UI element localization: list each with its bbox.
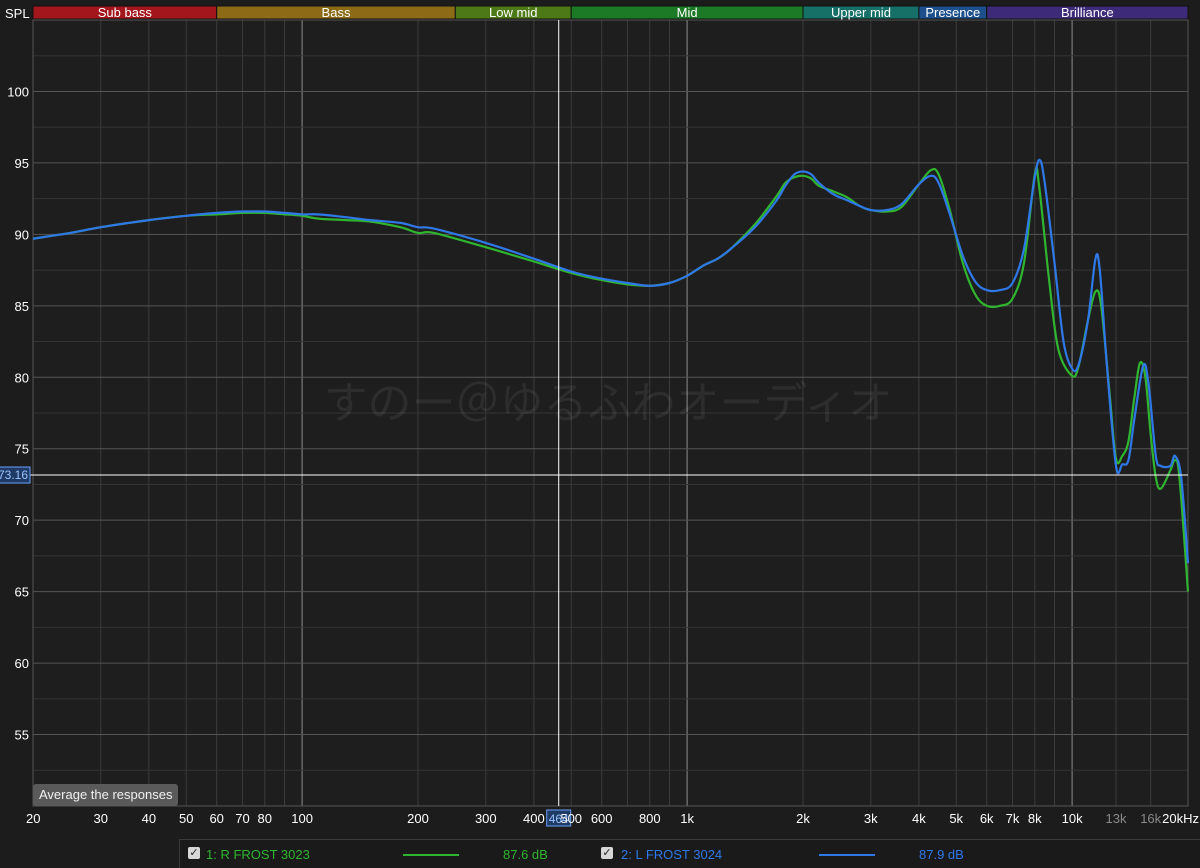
x-tick-label: 7k: [1006, 811, 1020, 826]
x-tick-label: 500: [560, 811, 582, 826]
frequency-response-chart[interactable]: Sub bass Bass Low mid Mid Upper mid Presence B…: [0, 0, 1200, 840]
band-label: Low mid: [489, 5, 537, 20]
legend-series-name: 2: L FROST 3024: [621, 847, 723, 862]
y-tick-label: 75: [15, 442, 29, 457]
x-tick-label: 16k: [1140, 811, 1161, 826]
band-label: Upper mid: [831, 5, 891, 20]
x-tick-label: 800: [639, 811, 661, 826]
y-tick-label: 55: [15, 728, 29, 743]
y-tick-label: 80: [15, 370, 29, 385]
x-tick-label: 2k: [796, 811, 810, 826]
x-tick-label: 40: [142, 811, 156, 826]
x-tick-label: 60: [209, 811, 223, 826]
x-tick-label: 100: [291, 811, 313, 826]
legend-series-value: 87.6 dB: [503, 847, 548, 862]
legend-line-swatch: [819, 854, 875, 856]
x-tick-label: 4k: [912, 811, 926, 826]
frequency-response-window: Sub bass Bass Low mid Mid Upper mid Presence B…: [0, 0, 1200, 868]
average-responses-button[interactable]: Average the responses: [33, 784, 179, 806]
x-tick-label: 10k: [1062, 811, 1083, 826]
x-tick-label: 80: [258, 811, 272, 826]
x-tick-label: 200: [407, 811, 429, 826]
x-tick-label: 400: [523, 811, 545, 826]
y-tick-label: 65: [15, 585, 29, 600]
band-label: Mid: [677, 5, 698, 20]
legend-series-value: 87.9 dB: [919, 847, 964, 862]
y-tick-label: 100: [7, 84, 29, 99]
y-axis-ticks: 55 60 65 70 75 80 85 90 95 100: [7, 84, 29, 742]
legend-series-name: 1: R FROST 3023: [206, 847, 310, 862]
x-tick-label: 70: [235, 811, 249, 826]
legend-checkbox[interactable]: ✓: [601, 847, 613, 859]
legend-checkbox[interactable]: ✓: [188, 847, 200, 859]
band-label: Brilliance: [1061, 5, 1114, 20]
x-tick-label: 6k: [980, 811, 994, 826]
y-tick-label: 95: [15, 156, 29, 171]
x-tick-label: 13k: [1105, 811, 1126, 826]
band-label: Presence: [925, 5, 980, 20]
x-tick-label: 30: [94, 811, 108, 826]
x-tick-label: 8k: [1028, 811, 1042, 826]
x-tick-label: 600: [591, 811, 613, 826]
frequency-band-bar: Sub bass Bass Low mid Mid Upper mid Presence B…: [32, 5, 1189, 20]
x-tick-label: 300: [475, 811, 497, 826]
y-axis-title: SPL: [5, 6, 30, 21]
x-axis-ticks: 20 30 40 50 60 70 80 100 200 300 400 500 600 800 1k 2k 3…: [26, 811, 1199, 826]
y-tick-label: 90: [15, 227, 29, 242]
legend-line-swatch: [403, 854, 459, 856]
x-tick-label: 20kHz: [1162, 811, 1199, 826]
x-tick-label: 5k: [949, 811, 963, 826]
y-tick-label: 60: [15, 656, 29, 671]
y-tick-label: 85: [15, 299, 29, 314]
cursor-y-readout: 73.16: [0, 468, 28, 482]
x-tick-label: 3k: [864, 811, 878, 826]
x-tick-label: 50: [179, 811, 193, 826]
watermark-text: すのー＠ゆるふわオーディオ: [324, 378, 893, 429]
y-tick-label: 70: [15, 513, 29, 528]
x-tick-label: 20: [26, 811, 40, 826]
x-tick-label: 1k: [680, 811, 694, 826]
band-label: Bass: [322, 5, 351, 20]
band-label: Sub bass: [98, 5, 153, 20]
legend-panel: ✓ 1: R FROST 3023 87.6 dB ✓ 2: L FROST 3…: [179, 839, 1200, 868]
